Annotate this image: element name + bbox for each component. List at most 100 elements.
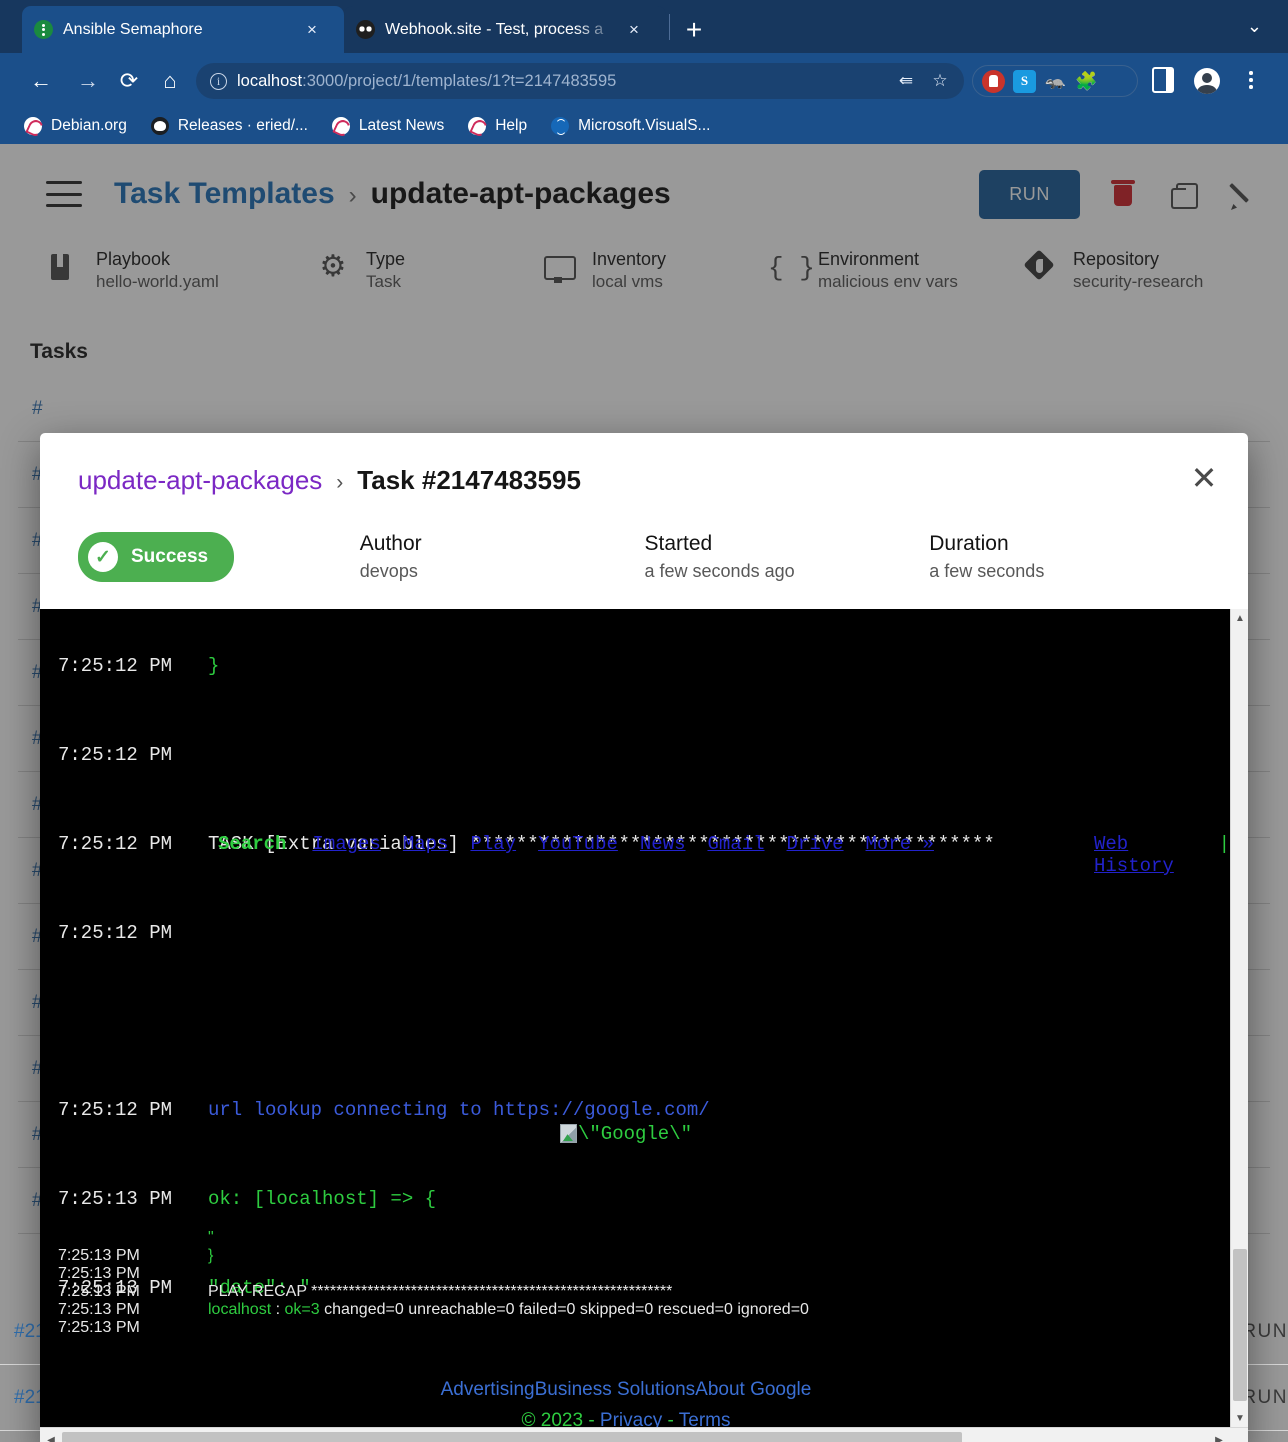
globe-icon (551, 117, 570, 135)
terminal-line: 7:25:12 PM} (40, 652, 1248, 682)
log-timestamp: 7:25:12 PM (58, 743, 173, 766)
tab-close-icon[interactable]: × (307, 21, 317, 38)
google-nav-search: Search (218, 833, 287, 855)
bookmark-label: Releases · eried/... (177, 117, 308, 134)
bookmark-releases[interactable]: Releases · eried/... (150, 117, 322, 135)
terminal-line: 7:25:12 PM (40, 741, 1248, 771)
terminal-line: 7:25:13 PM ok: [localhost] => { (40, 1185, 1248, 1215)
semaphore-icon (34, 20, 53, 39)
bookmark-latest-news[interactable]: Latest News (331, 117, 458, 135)
status-badge: ✓ Success (78, 532, 235, 582)
log-timestamp (40, 1229, 208, 1247)
google-link-images[interactable]: Images (312, 833, 380, 855)
field-value: a few seconds (929, 561, 1045, 581)
terminal-line: 7:25:12 PM (40, 919, 1248, 949)
star-icon[interactable]: ☆ (928, 71, 952, 91)
tab-title: Webhook.site - Test, process a (385, 20, 604, 38)
debian-icon (24, 117, 42, 135)
tab-divider (669, 14, 670, 40)
puzzle-icon[interactable]: 🧩 (1075, 70, 1098, 93)
task-output-terminal[interactable]: 7:25:12 PM} 7:25:12 PM 7:25:12 PM TASK [E… (40, 609, 1248, 1442)
ublock-origin-icon[interactable] (982, 69, 1005, 93)
google-nav-right: Web History | (1094, 833, 1230, 877)
extensions-pill: S 🦡 🧩 (972, 65, 1138, 97)
bookmark-label: Latest News (358, 117, 445, 134)
modal-breadcrumb: update-apt-packages › Task #2147483595 (78, 465, 1214, 496)
side-panel-icon[interactable] (1152, 67, 1174, 93)
google-link-web-history[interactable]: Web History (1094, 833, 1209, 877)
reload-icon[interactable]: ⟳ (114, 66, 144, 96)
vertical-scrollbar[interactable]: ▲ ▼ (1230, 609, 1248, 1427)
google-link-news[interactable]: News (640, 833, 686, 855)
modal-header: update-apt-packages › Task #2147483595 ✕… (40, 433, 1248, 609)
broken-image-icon (559, 1124, 577, 1143)
modal-field-author: Author devops (360, 532, 645, 582)
scroll-right-icon[interactable]: ▶ (1210, 1428, 1228, 1442)
log-timestamp: 7:25:12 PM (58, 921, 173, 944)
modal-summary: ✓ Success Author devops Started a few sec… (78, 532, 1214, 582)
task-detail-modal: update-apt-packages › Task #2147483595 ✕… (40, 433, 1248, 1442)
scroll-left-icon[interactable]: ◀ (42, 1428, 60, 1442)
browser-tab-ansible-semaphore[interactable]: Ansible Semaphore × (22, 6, 344, 53)
modal-status: ✓ Success (78, 532, 360, 582)
field-key: Author (359, 532, 422, 555)
status-label: Success (131, 546, 209, 567)
horizontal-scrollbar-thumb[interactable] (62, 1432, 962, 1442)
google-link-youtube[interactable]: YouTube (538, 833, 618, 855)
back-icon[interactable]: ← (26, 66, 56, 96)
share-icon[interactable]: ⇚ (894, 71, 918, 91)
forward-icon[interactable]: → (73, 66, 103, 96)
log-text: } (208, 655, 220, 678)
avatar-icon[interactable] (1194, 68, 1220, 94)
scroll-down-icon[interactable]: ▼ (1231, 1409, 1248, 1427)
terminal-line: 7:25:13 PM PLAY RECAP *******************… (40, 1283, 1230, 1301)
info-icon[interactable]: i (210, 72, 227, 90)
log-timestamp: 7:25:12 PM (58, 1099, 173, 1122)
app-viewport: Task Templates › update-apt-packages RUN… (0, 144, 1288, 1442)
log-text: ok: [localhost] => { (208, 1187, 437, 1210)
google-link-maps[interactable]: Maps (403, 833, 449, 855)
browser-tab-webhook-site[interactable]: Webhook.site - Test, process a × (344, 6, 666, 53)
kebab-menu-icon[interactable] (1240, 65, 1262, 95)
google-link-drive[interactable]: Drive (787, 833, 844, 855)
log-text: " (208, 1229, 214, 1246)
google-logo-alt-text: \"Google\" (577, 1123, 693, 1145)
home-icon[interactable]: ⌂ (155, 66, 185, 96)
google-link-gmail[interactable]: Gmail (708, 833, 765, 855)
address-bar-url: localhost:3000/project/1/templates/1?t=2… (237, 72, 884, 91)
new-tab-button[interactable]: + (678, 16, 710, 46)
vertical-scrollbar-thumb[interactable] (1233, 1249, 1247, 1401)
recap-host: localhost (208, 1301, 272, 1318)
log-text: url lookup connecting to https://google.… (208, 1099, 710, 1122)
bookmarks-bar: Debian.org Releases · eried/... Latest N… (0, 108, 1288, 144)
google-footer-links[interactable]: AdvertisingBusiness SolutionsAbout Googl… (40, 1379, 1212, 1401)
terminal-line: 7:25:13 PM (40, 1319, 1230, 1337)
horizontal-scrollbar[interactable]: ◀ ▶ (40, 1427, 1248, 1442)
address-bar[interactable]: i localhost:3000/project/1/templates/1?t… (196, 63, 964, 99)
debian-icon (468, 117, 487, 135)
url-host: localhost (237, 71, 303, 90)
log-text: PLAY RECAP *****************************… (208, 1283, 673, 1300)
modal-title: Task #2147483595 (357, 465, 581, 495)
bookmark-help[interactable]: Help (468, 117, 541, 135)
bookmark-debian-org[interactable]: Debian.org (24, 117, 141, 135)
field-key: Started (644, 532, 713, 555)
scroll-up-icon[interactable]: ▲ (1231, 609, 1248, 627)
chevron-down-icon[interactable]: ⌄ (1247, 16, 1262, 37)
tab-close-icon[interactable]: × (629, 21, 639, 38)
modal-breadcrumb-link[interactable]: update-apt-packages (78, 465, 322, 496)
log-timestamp: 7:25:13 PM (58, 1319, 140, 1336)
bookmark-microsoft-visualstudio[interactable]: Microsoft.VisualS... (551, 117, 724, 135)
log-timestamp: 7:25:13 PM (58, 1247, 140, 1264)
browser-toolbar: ← → ⟳ ⌂ i localhost:3000/project/1/templ… (0, 53, 1288, 108)
google-link-play[interactable]: Play (470, 833, 516, 855)
log-text: localhost : ok=3 changed=0 unreachable=0… (208, 1301, 1230, 1319)
google-link-more[interactable]: More » (866, 833, 934, 855)
scribe-icon[interactable]: S (1013, 69, 1036, 93)
close-icon[interactable]: ✕ (1186, 461, 1222, 497)
field-key: Duration (929, 532, 1009, 555)
privacy-badger-icon[interactable]: 🦡 (1044, 70, 1067, 93)
